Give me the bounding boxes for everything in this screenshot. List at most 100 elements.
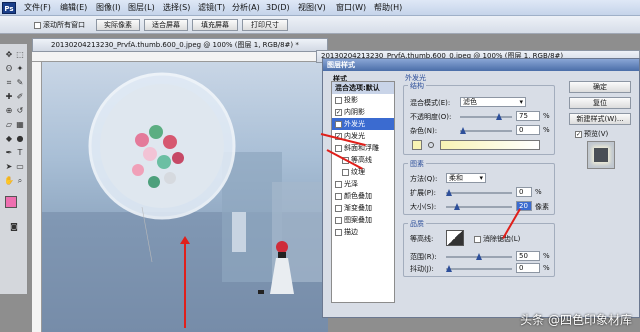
lasso-tool-icon[interactable]: ʘ xyxy=(4,64,14,74)
red-arrow xyxy=(184,240,186,328)
style-item-9[interactable]: 颜色叠加 xyxy=(332,190,394,202)
path-select-icon[interactable]: ➤ xyxy=(4,162,14,172)
canvas-image[interactable] xyxy=(42,62,328,332)
style-item-label: 颜色叠加 xyxy=(344,192,372,200)
spread-slider[interactable] xyxy=(446,189,512,196)
contour-picker[interactable] xyxy=(446,230,464,246)
gradient-tool-icon[interactable]: ▦ xyxy=(15,120,25,130)
blend-mode-select[interactable]: 滤色 ▾ xyxy=(460,97,526,107)
brush-tool-icon[interactable]: ✐ xyxy=(15,92,25,102)
blend-options-item[interactable]: 混合选项:默认 xyxy=(332,82,394,94)
opacity-slider[interactable] xyxy=(460,113,512,120)
fill-screen-button[interactable]: 填充屏幕 xyxy=(192,19,238,31)
slider-knob-icon xyxy=(460,127,466,134)
style-item-label: 投影 xyxy=(344,96,358,104)
print-size-button[interactable]: 打印尺寸 xyxy=(242,19,288,31)
glow-color-swatch[interactable] xyxy=(412,140,422,150)
checkbox-icon[interactable] xyxy=(335,228,342,236)
pen-tool-icon[interactable]: ✒ xyxy=(4,148,14,158)
menu-image[interactable]: 图像(I) xyxy=(96,2,121,14)
style-item-2[interactable]: ✓ 内阴影 xyxy=(332,106,394,118)
size-slider[interactable] xyxy=(446,203,512,210)
checkbox-icon[interactable] xyxy=(335,144,342,152)
contour-label: 等高线: xyxy=(410,235,434,243)
menu-file[interactable]: 文件(F) xyxy=(24,2,51,14)
range-input[interactable]: 50 xyxy=(516,251,540,261)
noise-unit: % xyxy=(543,126,550,134)
move-tool-icon[interactable]: ✥ xyxy=(4,50,14,60)
options-bar: 滚动所有窗口 实际像素 适合屏幕 填充屏幕 打印尺寸 xyxy=(0,16,640,34)
checkbox-icon[interactable] xyxy=(335,96,342,104)
style-item-3[interactable]: ✓ 外发光 xyxy=(332,118,394,130)
noise-input[interactable]: 0 xyxy=(516,125,540,135)
structure-group: 结构 混合模式(E): 滤色 ▾ 不透明度(O): 75 % 杂色(N): 0 % xyxy=(403,81,555,155)
style-item-12[interactable]: 描边 xyxy=(332,226,394,238)
stamp-tool-icon[interactable]: ⊕ xyxy=(4,106,14,116)
range-unit: % xyxy=(543,252,550,260)
checkbox-icon[interactable] xyxy=(335,192,342,200)
checkbox-checked-icon[interactable]: ✓ xyxy=(335,120,342,128)
spread-input[interactable]: 0 xyxy=(516,187,532,197)
method-select[interactable]: 柔和 ▾ xyxy=(446,173,486,183)
ok-button[interactable]: 确定 xyxy=(569,81,631,93)
scroll-all-checkbox[interactable]: 滚动所有窗口 xyxy=(34,20,85,30)
radio-color-icon[interactable] xyxy=(428,142,434,148)
slider-knob-icon xyxy=(454,203,460,210)
document-tab[interactable]: 20130204213230_PrvfA.thumb.600_0.jpeg @ … xyxy=(32,38,328,52)
style-item-7[interactable]: 纹理 xyxy=(332,166,394,178)
menu-select[interactable]: 选择(S) xyxy=(163,2,190,14)
shape-tool-icon[interactable]: ▭ xyxy=(15,162,25,172)
menu-edit[interactable]: 编辑(E) xyxy=(60,2,87,14)
hand-tool-icon[interactable]: ✋ xyxy=(4,176,14,186)
checkbox-icon[interactable] xyxy=(335,204,342,212)
style-item-1[interactable]: 投影 xyxy=(332,94,394,106)
zoom-tool-icon[interactable]: ⌕ xyxy=(15,176,25,186)
actual-pixels-button[interactable]: 实际像素 xyxy=(96,19,140,31)
jitter-input[interactable]: 0 xyxy=(516,263,540,273)
antialias-checkbox[interactable]: 消除锯齿(L) xyxy=(474,234,520,244)
preview-checkbox[interactable]: ✓ 预览(V) xyxy=(575,129,608,139)
blur-tool-icon[interactable]: ◆ xyxy=(4,134,14,144)
elements-title: 图素 xyxy=(408,159,426,169)
toolbox: ✥ ⬚ ʘ ✦ ⌗ ✎ ✚ ✐ ⊕ ↺ ▱ ▦ ◆ ● ✒ T ➤ ▭ ✋ ⌕ … xyxy=(0,44,28,294)
wand-tool-icon[interactable]: ✦ xyxy=(15,64,25,74)
quality-group: 品质 等高线: 消除锯齿(L) 范围(R): 50 % 抖动(J): 0 % xyxy=(403,219,555,277)
menu-window[interactable]: 窗口(W) xyxy=(336,2,366,14)
foreground-color-swatch[interactable] xyxy=(5,196,17,208)
checkbox-checked-icon[interactable]: ✓ xyxy=(335,108,342,116)
menu-filter[interactable]: 滤镜(T) xyxy=(198,2,225,14)
style-preview xyxy=(587,141,615,169)
style-item-10[interactable]: 渐变叠加 xyxy=(332,202,394,214)
checkbox-icon[interactable] xyxy=(335,216,342,224)
checkbox-icon[interactable] xyxy=(342,168,349,176)
noise-slider[interactable] xyxy=(460,127,512,134)
heal-tool-icon[interactable]: ✚ xyxy=(4,92,14,102)
blend-mode-label: 混合模式(E): xyxy=(410,99,451,107)
new-style-button[interactable]: 新建样式(W)... xyxy=(569,113,631,125)
eyedropper-tool-icon[interactable]: ✎ xyxy=(15,78,25,88)
blend-mode-value: 滤色 xyxy=(463,98,477,106)
range-slider[interactable] xyxy=(446,253,512,260)
style-item-11[interactable]: 图案叠加 xyxy=(332,214,394,226)
marquee-tool-icon[interactable]: ⬚ xyxy=(15,50,25,60)
style-item-8[interactable]: 光泽 xyxy=(332,178,394,190)
style-item-label: 外发光 xyxy=(344,120,365,128)
quick-mask-icon[interactable]: ◙ xyxy=(9,222,19,232)
opacity-input[interactable]: 75 xyxy=(516,111,540,121)
menu-help[interactable]: 帮助(H) xyxy=(374,2,402,14)
type-tool-icon[interactable]: T xyxy=(15,148,25,158)
checkbox-icon[interactable] xyxy=(335,180,342,188)
reset-button[interactable]: 复位 xyxy=(569,97,631,109)
menu-layer[interactable]: 图层(L) xyxy=(128,2,155,14)
jitter-slider[interactable] xyxy=(446,265,512,272)
fit-screen-button[interactable]: 适合屏幕 xyxy=(144,19,188,31)
glow-gradient-swatch[interactable] xyxy=(440,140,540,150)
dodge-tool-icon[interactable]: ● xyxy=(15,134,25,144)
styles-list: 混合选项:默认 投影 ✓ 内阴影 ✓ 外发光 ✓ 内发光 斜面和浮雕 等高线 纹理 光泽 颜色叠加 渐变… xyxy=(331,81,395,303)
menu-3d[interactable]: 3D(D) xyxy=(266,2,290,14)
eraser-tool-icon[interactable]: ▱ xyxy=(4,120,14,130)
menu-analysis[interactable]: 分析(A) xyxy=(232,2,260,14)
menu-view[interactable]: 视图(V) xyxy=(298,2,326,14)
history-brush-icon[interactable]: ↺ xyxy=(15,106,25,116)
crop-tool-icon[interactable]: ⌗ xyxy=(4,78,14,88)
